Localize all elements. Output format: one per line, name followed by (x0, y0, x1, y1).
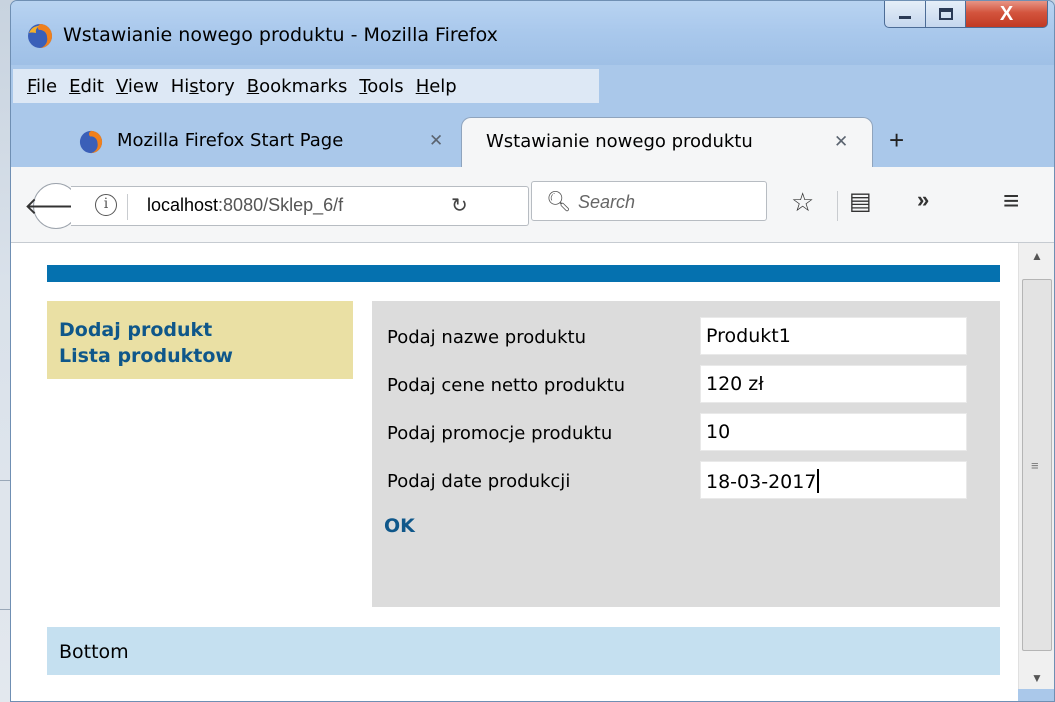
cena-input[interactable]: 120 zł (700, 365, 967, 403)
page-content: Dodaj produkt Lista produktow Podaj nazw… (11, 243, 1018, 701)
url-host: localhost (147, 195, 219, 215)
menu-help-accel: H (415, 75, 430, 97)
ok-submit-link[interactable]: OK (384, 515, 415, 537)
menu-tools[interactable]: Tools (359, 76, 403, 97)
header-band (47, 265, 1000, 282)
search-bar[interactable]: 🔍︎ Search (531, 181, 767, 221)
promocja-input[interactable]: 10 (700, 413, 967, 451)
browser-window: Wstawianie nowego produktu - Mozilla Fir… (10, 0, 1055, 702)
tab-firefox-start-page[interactable]: Mozilla Firefox Start Page ✕ (43, 117, 453, 167)
menu-bookmarks-rest: ookmarks (259, 75, 348, 97)
link-lista-produktow[interactable]: Lista produktow (59, 343, 341, 369)
hamburger-menu-icon[interactable]: ≡ (1003, 185, 1019, 217)
menu-file-accel: F (27, 75, 37, 97)
overflow-chevron-icon[interactable]: » (917, 187, 929, 213)
vertical-scrollbar[interactable]: ▲ ≡ ▼ (1018, 243, 1054, 689)
nazwa-input[interactable]: Produkt1 (700, 317, 967, 355)
maximize-button[interactable] (926, 1, 966, 28)
menu-tools-rest: ools (367, 75, 404, 97)
tab-close-icon[interactable]: ✕ (834, 132, 848, 152)
menu-edit[interactable]: Edit (69, 76, 104, 97)
new-tab-icon[interactable]: + (889, 125, 904, 156)
close-icon: X (999, 2, 1014, 25)
scroll-down-arrow-icon[interactable]: ▼ (1031, 671, 1043, 685)
scroll-up-arrow-icon[interactable]: ▲ (1031, 249, 1043, 263)
bookmarks-list-icon[interactable]: ▤ (849, 187, 872, 216)
menu-view-rest: iew (127, 75, 159, 97)
field-label: Podaj date produkcji (387, 471, 571, 492)
scroll-grip-icon: ≡ (1031, 458, 1039, 473)
info-icon[interactable]: i (95, 194, 117, 216)
menu-view[interactable]: View (116, 76, 159, 97)
footer: Bottom (47, 627, 1000, 675)
menu-history-rest: tory (198, 75, 235, 97)
menu-edit-rest: dit (80, 75, 104, 97)
reload-icon[interactable]: ↻ (451, 193, 468, 218)
link-dodaj-produkt[interactable]: Dodaj produkt (59, 317, 341, 343)
window-title: Wstawianie nowego produktu - Mozilla Fir… (63, 24, 498, 46)
url-separator (127, 194, 128, 220)
menu-bookmarks[interactable]: Bookmarks (247, 76, 348, 97)
close-button[interactable]: X (966, 1, 1048, 28)
maximize-icon (938, 8, 953, 20)
menu-file[interactable]: File (27, 76, 57, 97)
minimize-button[interactable] (884, 1, 926, 28)
minimize-icon (899, 16, 911, 19)
search-icon: 🔍︎ (546, 191, 572, 213)
title-bar: Wstawianie nowego produktu - Mozilla Fir… (11, 1, 1054, 65)
firefox-icon (79, 130, 103, 154)
data-input-value: 18-03-2017 (706, 471, 817, 493)
scroll-thumb[interactable]: ≡ (1022, 279, 1052, 651)
navigation-bar: 🡐 i localhost:8080/Sklep_6/f ↻ 🔍︎ Search… (11, 167, 1054, 243)
bookmark-star-icon[interactable]: ☆ (791, 187, 814, 218)
toolbar-separator (837, 191, 838, 221)
tab-label: Wstawianie nowego produktu (486, 131, 753, 152)
firefox-icon (28, 24, 52, 48)
menu-bar: File Edit View History Bookmarks Tools H… (13, 69, 599, 103)
url-text[interactable]: localhost:8080/Sklep_6/f (147, 195, 417, 216)
data-input[interactable]: 18-03-2017 (700, 461, 967, 499)
search-placeholder: Search (578, 192, 636, 212)
window-controls: X (884, 1, 1048, 29)
menu-bookmarks-accel: B (246, 75, 260, 97)
text-caret (817, 469, 819, 493)
product-form: Podaj nazwe produktu Produkt1 Podaj cene… (372, 301, 1000, 607)
url-bar[interactable]: i localhost:8080/Sklep_6/f ↻ (71, 186, 529, 226)
tab-close-icon[interactable]: ✕ (429, 131, 443, 151)
menu-help-rest: elp (429, 75, 457, 97)
url-path: :8080/Sklep_6/f (218, 195, 344, 215)
menu-edit-accel: E (69, 75, 81, 97)
menu-history[interactable]: History (171, 76, 235, 97)
field-label: Podaj nazwe produktu (387, 327, 586, 348)
menu-history-pre: Hi (170, 75, 190, 97)
menu-help[interactable]: Help (416, 76, 457, 97)
tab-strip: Mozilla Firefox Start Page ✕ Wstawianie … (11, 111, 1054, 167)
menu-history-accel: s (189, 75, 199, 97)
menu-file-rest: ile (36, 75, 58, 97)
field-label: Podaj promocje produktu (387, 423, 613, 444)
menu-view-accel: V (115, 75, 128, 97)
tab-label: Mozilla Firefox Start Page (117, 130, 344, 151)
sidebar-menu: Dodaj produkt Lista produktow (47, 301, 353, 379)
field-label: Podaj cene netto produktu (387, 375, 626, 396)
tab-wstawianie[interactable]: Wstawianie nowego produktu ✕ (461, 117, 873, 167)
